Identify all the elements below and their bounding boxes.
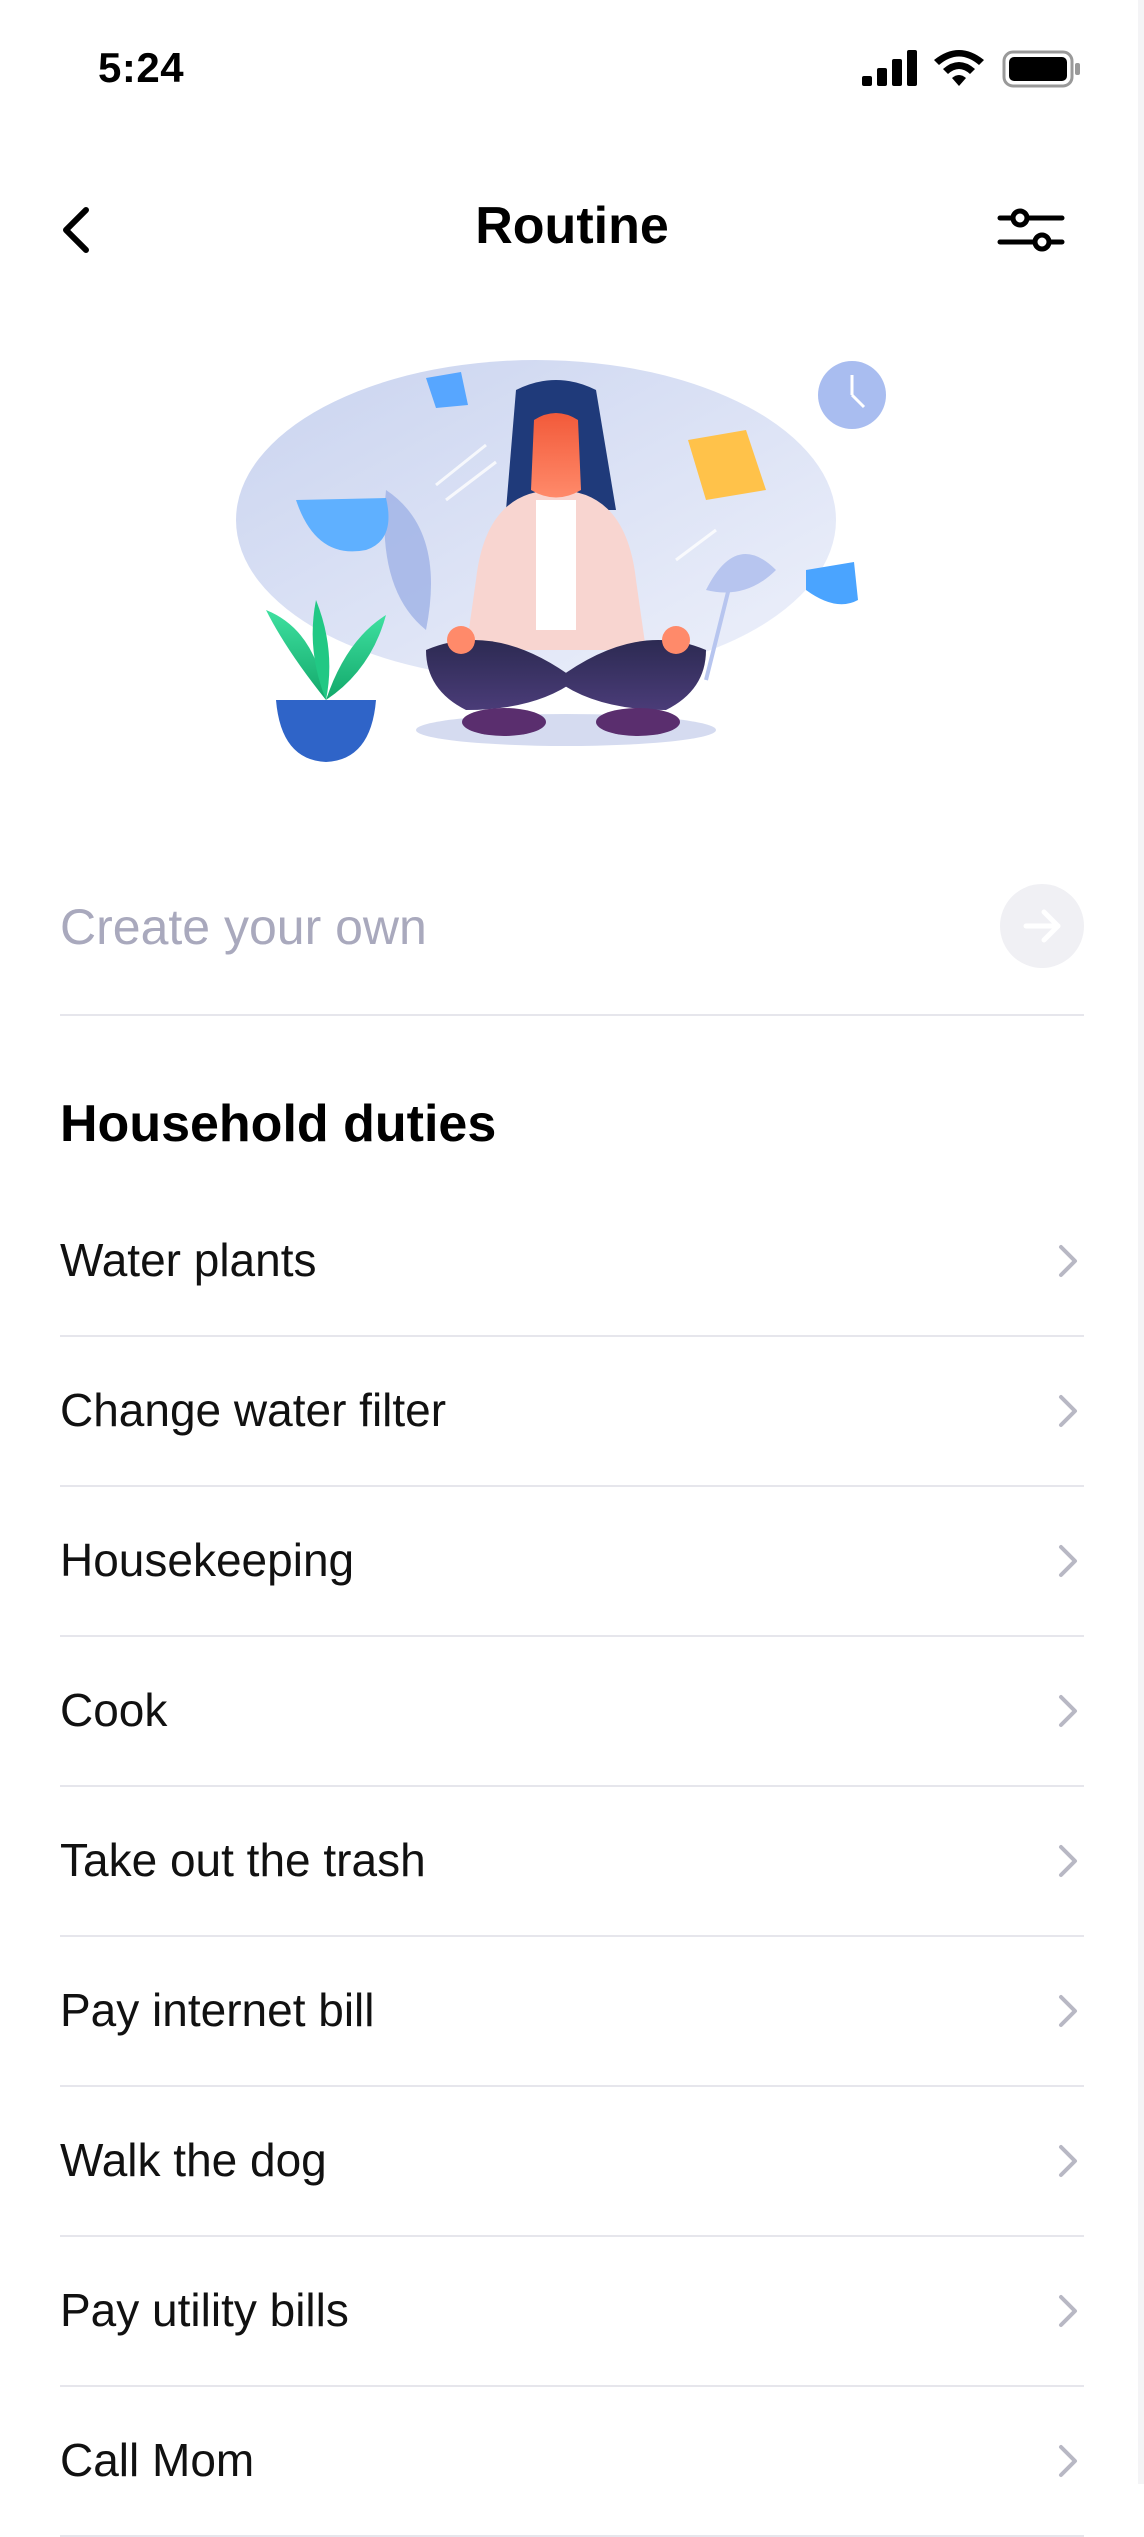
list-item-label: Walk the dog <box>60 2134 327 2186</box>
create-submit-button[interactable] <box>1000 884 1084 968</box>
list-item-label: Housekeeping <box>60 1534 355 1586</box>
create-your-own-input[interactable]: Create your own <box>60 898 427 956</box>
cellular-signal-icon <box>862 50 917 86</box>
section-title: Household duties <box>60 1095 497 1153</box>
list-item[interactable]: Change water filter <box>60 1337 1084 1487</box>
chevron-right-icon <box>1059 1545 1077 1577</box>
hero-illustration <box>236 350 936 790</box>
routine-list: Water plants Change water filter Houseke… <box>60 1187 1084 2537</box>
wifi-icon <box>934 50 984 86</box>
sliders-icon <box>997 208 1065 252</box>
create-your-own-row[interactable]: Create your own <box>60 870 1084 1016</box>
nav-bar: Routine <box>0 170 1144 280</box>
list-item-label: Change water filter <box>60 1384 447 1436</box>
list-item[interactable]: Cook <box>60 1637 1084 1787</box>
list-item[interactable]: Housekeeping <box>60 1487 1084 1637</box>
list-item[interactable]: Walk the dog <box>60 2087 1084 2237</box>
list-item[interactable]: Water plants <box>60 1187 1084 1337</box>
chevron-right-icon <box>1059 2145 1077 2177</box>
list-item[interactable]: Pay internet bill <box>60 1937 1084 2087</box>
status-bar: 5:24 <box>0 0 1144 140</box>
list-item[interactable]: Take out the trash <box>60 1787 1084 1937</box>
list-item-label: Water plants <box>60 1234 317 1286</box>
chevron-right-icon <box>1059 1245 1077 1277</box>
chevron-right-icon <box>1059 2295 1077 2327</box>
chevron-right-icon <box>1059 1695 1077 1727</box>
scroll-edge <box>1138 0 1144 2484</box>
list-item[interactable]: Call Mom <box>60 2387 1084 2537</box>
filter-button[interactable] <box>996 202 1066 258</box>
list-item-label: Call Mom <box>60 2434 255 2486</box>
chevron-right-icon <box>1059 1845 1077 1877</box>
status-time: 5:24 <box>98 44 185 91</box>
list-item-label: Pay utility bills <box>60 2284 349 2336</box>
list-item[interactable]: Pay utility bills <box>60 2237 1084 2387</box>
battery-icon <box>1002 50 1080 88</box>
list-item-label: Take out the trash <box>60 1834 426 1886</box>
chevron-right-icon <box>1059 2445 1077 2477</box>
meditating-woman-illustration <box>236 360 886 762</box>
list-item-label: Cook <box>60 1684 168 1736</box>
chevron-right-icon <box>1059 1395 1077 1427</box>
page-title: Routine <box>475 197 669 255</box>
arrow-right-icon <box>1023 909 1061 943</box>
list-item-label: Pay internet bill <box>60 1984 375 2036</box>
status-icons <box>862 50 1102 90</box>
chevron-right-icon <box>1059 1995 1077 2027</box>
